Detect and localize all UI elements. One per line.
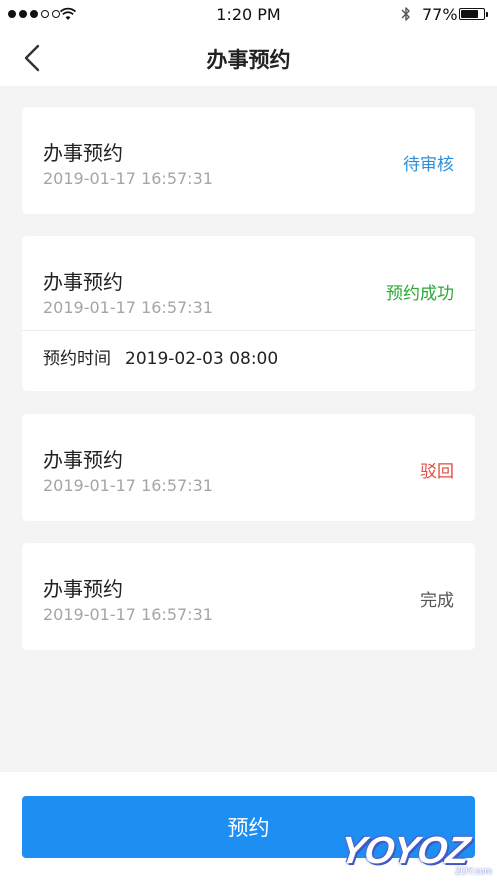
site-watermark-subtext: ZOY.com <box>455 866 492 876</box>
appointment-card[interactable]: 办事预约 2019-01-17 16:57:31 待审核 <box>22 107 475 214</box>
appointment-title: 办事预约 <box>43 577 123 601</box>
appointment-card[interactable]: 办事预约 2019-01-17 16:57:31 预约成功 预约时间 2019-0… <box>22 236 475 391</box>
battery-fill <box>461 10 478 18</box>
status-bar: 1:20 PM 77% <box>0 0 497 30</box>
page-title: 办事预约 <box>206 48 291 72</box>
status-badge: 待审核 <box>403 155 454 175</box>
appointment-title: 办事预约 <box>43 448 123 472</box>
appointment-time-label: 预约时间 <box>43 349 111 369</box>
appointment-datetime: 2019-01-17 16:57:31 <box>43 605 213 624</box>
battery-icon <box>459 8 485 20</box>
card-divider <box>22 330 475 331</box>
bluetooth-icon <box>401 7 410 21</box>
appointment-card[interactable]: 办事预约 2019-01-17 16:57:31 完成 <box>22 543 475 650</box>
battery-percent: 77% <box>422 5 458 24</box>
appointment-time-row: 预约时间 2019-02-03 08:00 <box>43 344 278 369</box>
app-screen: 1:20 PM 77% 办事预约 办事预约 2019-01-17 16:57:3… <box>0 0 497 883</box>
appointment-datetime: 2019-01-17 16:57:31 <box>43 476 213 495</box>
status-badge: 完成 <box>420 591 454 611</box>
battery-tip <box>486 12 488 17</box>
appointment-time-value: 2019-02-03 08:00 <box>125 349 279 369</box>
status-badge: 预约成功 <box>386 284 454 304</box>
appointment-title: 办事预约 <box>43 270 123 294</box>
appointment-datetime: 2019-01-17 16:57:31 <box>43 169 213 188</box>
appointment-card[interactable]: 办事预约 2019-01-17 16:57:31 驳回 <box>22 414 475 521</box>
status-badge: 驳回 <box>420 462 454 482</box>
appointment-datetime: 2019-01-17 16:57:31 <box>43 298 213 317</box>
appointment-title: 办事预约 <box>43 141 123 165</box>
navigation-bar: 办事预约 <box>0 30 497 86</box>
